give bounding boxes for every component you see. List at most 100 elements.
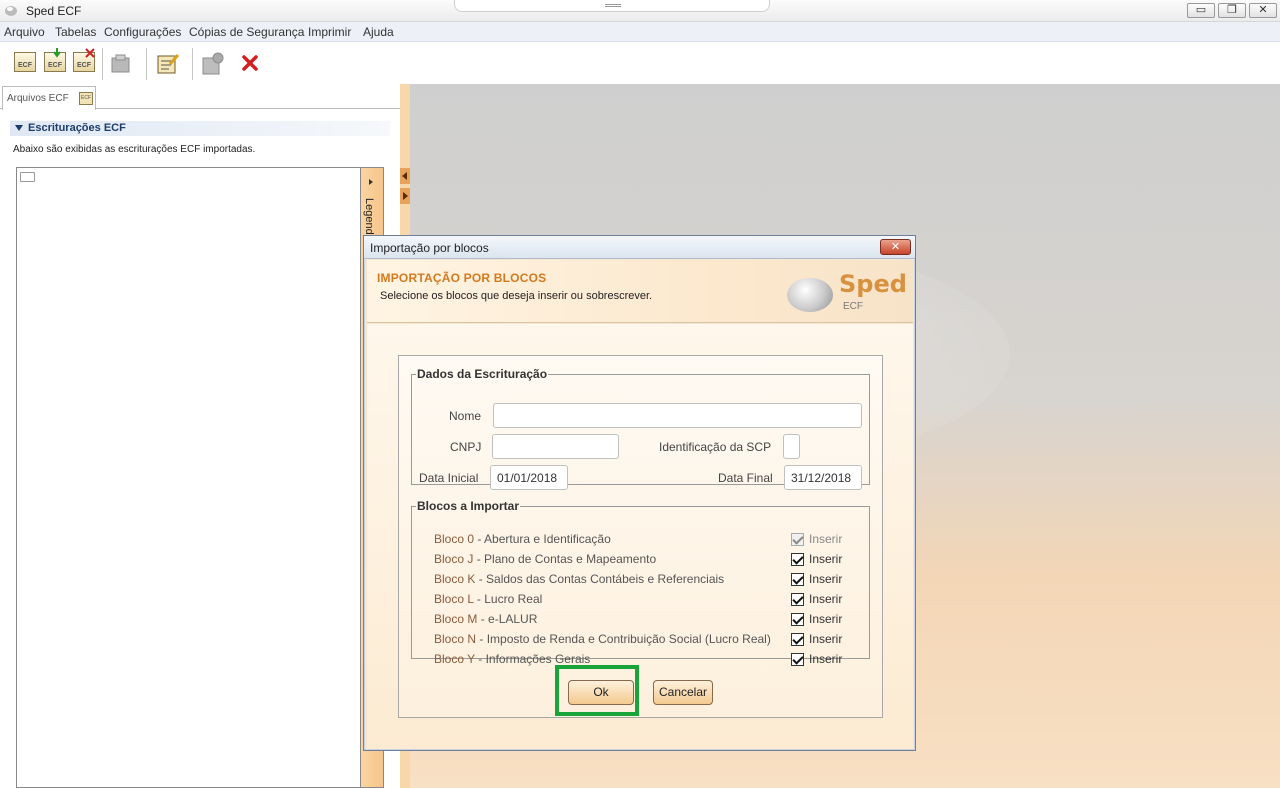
- bloco-row: Bloco L - Lucro Real: [434, 592, 542, 606]
- window-title: Sped ECF: [26, 4, 82, 18]
- dialog-body: Dados da Escrituração Nome CNPJ Identifi…: [367, 324, 913, 749]
- bloco-row: Bloco K - Saldos das Contas Contábeis e …: [434, 572, 724, 586]
- blocos-legend: Blocos a Importar: [417, 499, 520, 513]
- escrituracoes-tree[interactable]: [16, 167, 362, 788]
- dialog-inner-panel: Dados da Escrituração Nome CNPJ Identifi…: [398, 355, 883, 718]
- bloco-row: Bloco Y - Informações Gerais: [434, 652, 590, 666]
- scp-label: Identificação da SCP: [659, 440, 772, 454]
- dialog-close-button[interactable]: ✕: [880, 239, 911, 255]
- bloco-name: - Lucro Real: [473, 592, 543, 606]
- menu-bar: Arquivo Tabelas Configurações Cópias de …: [0, 22, 1280, 42]
- tab-label: Arquivos ECF: [7, 93, 69, 104]
- bloco-k-inserir-label: Inserir: [809, 572, 843, 586]
- sped-logo-sub: ECF: [843, 301, 863, 312]
- ecf-delete-icon[interactable]: ECF: [73, 48, 97, 76]
- bloco-n-checkbox[interactable]: [791, 633, 804, 646]
- toolbar-separator: [146, 48, 147, 80]
- ok-highlight-box: [555, 665, 639, 716]
- scp-field[interactable]: [783, 434, 800, 459]
- bloco-name: - Informações Gerais: [474, 652, 591, 666]
- edit-icon[interactable]: [156, 52, 180, 76]
- green-arrow-icon: [53, 48, 61, 58]
- tab-arquivos-ecf[interactable]: Arquivos ECF ECF: [2, 86, 96, 110]
- dados-escrituracao-group: Dados da Escrituração Nome CNPJ Identifi…: [411, 367, 870, 490]
- bloco-row: Bloco J - Plano de Contas e Mapeamento: [434, 552, 656, 566]
- bloco-code: Bloco N: [434, 632, 477, 646]
- blocos-importar-group: Blocos a Importar Bloco 0 - Abertura e I…: [411, 499, 870, 666]
- app-icon: [5, 6, 17, 16]
- bloco-code: Bloco Y: [434, 652, 475, 666]
- tab-strip: Arquivos ECF ECF: [0, 84, 400, 110]
- bloco-y-checkbox[interactable]: [791, 653, 804, 666]
- bloco-code: Bloco K: [434, 572, 476, 586]
- menu-configuracoes[interactable]: Configurações: [104, 25, 181, 39]
- bloco-row: Bloco N - Imposto de Renda e Contribuiçã…: [434, 632, 771, 646]
- bloco-name: - e-LALUR: [477, 612, 538, 626]
- data-final-label: Data Final: [718, 471, 773, 485]
- bloco-code: Bloco J: [434, 552, 474, 566]
- toolbar: ECF ECF ECF: [0, 42, 1280, 84]
- bloco-name: - Plano de Contas e Mapeamento: [473, 552, 657, 566]
- ecf-open-icon[interactable]: ECF: [14, 52, 38, 76]
- dados-legend: Dados da Escrituração: [417, 367, 548, 381]
- bloco-y-inserir-label: Inserir: [809, 652, 843, 666]
- cancel-button[interactable]: Cancelar: [653, 680, 713, 705]
- bloco-k-checkbox[interactable]: [791, 573, 804, 586]
- left-panel: Arquivos ECF ECF Escriturações ECF Abaix…: [0, 84, 400, 788]
- bloco-l-inserir-label: Inserir: [809, 592, 843, 606]
- section-title: Escriturações ECF: [28, 122, 126, 134]
- bloco-m-inserir-label: Inserir: [809, 612, 843, 626]
- collapse-icon: [15, 125, 23, 131]
- bloco-code: Bloco 0: [434, 532, 475, 546]
- minimize-button[interactable]: ▭: [1187, 3, 1215, 18]
- window-titlebar: Sped ECF ▭ ❐ ✕: [0, 0, 1280, 22]
- bloco-j-inserir-label: Inserir: [809, 552, 843, 566]
- menu-ajuda[interactable]: Ajuda: [363, 25, 394, 39]
- sped-logo-sphere-icon: [787, 278, 833, 312]
- menu-imprimir[interactable]: Imprimir: [308, 25, 351, 39]
- nome-field[interactable]: [493, 403, 862, 428]
- menu-tabelas[interactable]: Tabelas: [55, 25, 96, 39]
- close-red-icon[interactable]: [239, 52, 263, 76]
- bloco-m-checkbox[interactable]: [791, 613, 804, 626]
- dialog-header-title: IMPORTAÇÃO POR BLOCOS: [377, 271, 547, 285]
- bloco-code: Bloco M: [434, 612, 478, 626]
- menu-arquivo[interactable]: Arquivo: [4, 25, 45, 39]
- bloco-n-inserir-label: Inserir: [809, 632, 843, 646]
- bloco-name: - Abertura e Identificação: [474, 532, 611, 546]
- dialog-title: Importação por blocos: [370, 241, 489, 255]
- expand-right-icon[interactable]: [400, 188, 410, 204]
- section-header[interactable]: Escriturações ECF: [10, 121, 390, 136]
- data-inicial-field[interactable]: 01/01/2018: [490, 465, 568, 490]
- cnpj-label: CNPJ: [450, 440, 482, 454]
- toolbar-separator: [192, 48, 193, 80]
- bloco-name: - Saldos das Contas Contábeis e Referenc…: [475, 572, 725, 586]
- cnpj-field[interactable]: [492, 434, 619, 459]
- bloco-row: Bloco M - e-LALUR: [434, 612, 537, 626]
- data-final-field[interactable]: 31/12/2018: [784, 465, 862, 490]
- bloco-l-checkbox[interactable]: [791, 593, 804, 606]
- ecf-open-icon-text: ECF: [14, 52, 36, 72]
- tree-folder-icon[interactable]: [20, 172, 35, 182]
- menu-copias-seguranca[interactable]: Cópias de Segurança: [189, 25, 304, 39]
- sped-logo: Sped ECF: [787, 270, 907, 314]
- toolbar-separator: [102, 48, 103, 80]
- ecf-tab-icon: ECF: [79, 92, 93, 105]
- nome-label: Nome: [449, 409, 482, 423]
- close-button[interactable]: ✕: [1249, 3, 1277, 18]
- window-grip[interactable]: [454, 0, 770, 12]
- bloco-name: - Imposto de Renda e Contribuição Social…: [476, 632, 771, 646]
- dialog-header-subtitle: Selecione os blocos que deseja inserir o…: [380, 290, 653, 302]
- red-x-icon: [85, 48, 95, 58]
- collapse-left-icon[interactable]: [400, 168, 410, 184]
- bloco-0-inserir-label: Inserir: [809, 532, 843, 546]
- ecf-import-icon[interactable]: ECF: [44, 48, 68, 76]
- folder-icon[interactable]: [110, 52, 134, 76]
- import-dialog: Importação por blocos ✕ IMPORTAÇÃO POR B…: [363, 235, 916, 751]
- validate-icon[interactable]: [201, 52, 225, 76]
- bloco-0-checkbox[interactable]: [791, 533, 804, 546]
- legend-arrow-icon: [369, 179, 373, 185]
- section-description: Abaixo são exibidas as escriturações ECF…: [13, 144, 256, 155]
- maximize-button[interactable]: ❐: [1218, 3, 1246, 18]
- bloco-j-checkbox[interactable]: [791, 553, 804, 566]
